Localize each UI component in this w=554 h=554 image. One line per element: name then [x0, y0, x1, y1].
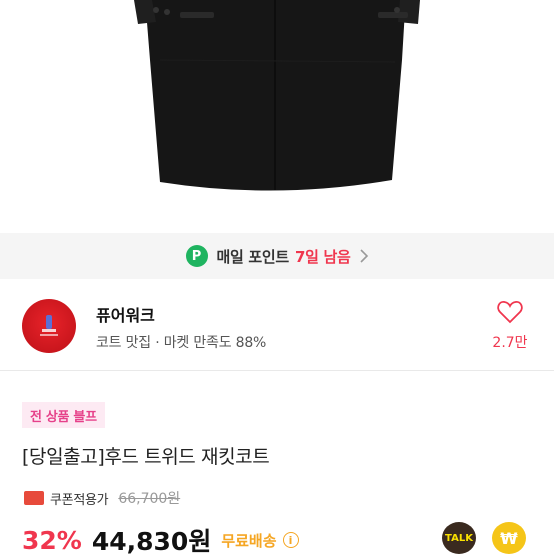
- pay-button[interactable]: ₩: [492, 522, 526, 554]
- points-days-left: 7일 남음: [294, 247, 351, 266]
- shop-logo[interactable]: [22, 299, 76, 353]
- original-price: 66,700원: [118, 491, 181, 507]
- heart-icon: [497, 301, 523, 324]
- price-row: 32% 44,830원 무료배송 i: [22, 520, 299, 554]
- like-button[interactable]: 2.7만: [488, 300, 532, 352]
- coupon-label: 쿠폰적용가: [50, 492, 109, 508]
- like-count: 2.7만: [492, 335, 528, 351]
- sale-price: 44,830원: [91, 527, 212, 554]
- info-icon[interactable]: i: [282, 532, 299, 548]
- discount-rate: 32%: [22, 525, 82, 554]
- coupon-icon: [24, 491, 44, 505]
- product-title: [당일출고]후드 트위드 재킷코트: [22, 446, 270, 468]
- section-divider: [0, 370, 554, 371]
- points-banner-label: 매일 포인트: [216, 247, 290, 266]
- shop-description: 코트 맛집 · 마켓 만족도 88%: [96, 335, 267, 351]
- shop-name[interactable]: 퓨어워크: [96, 302, 155, 326]
- daily-points-banner[interactable]: P 매일 포인트 7일 남음: [0, 233, 554, 279]
- product-image[interactable]: [0, 0, 554, 226]
- chevron-right-icon: [359, 249, 368, 263]
- promo-badge: 전 상품 블프: [22, 402, 105, 428]
- points-icon: P: [185, 245, 208, 267]
- coupon-price-row: 쿠폰적용가 66,700원: [24, 488, 180, 508]
- kakao-talk-button[interactable]: TALK: [442, 522, 476, 554]
- free-shipping-label: 무료배송: [221, 531, 277, 550]
